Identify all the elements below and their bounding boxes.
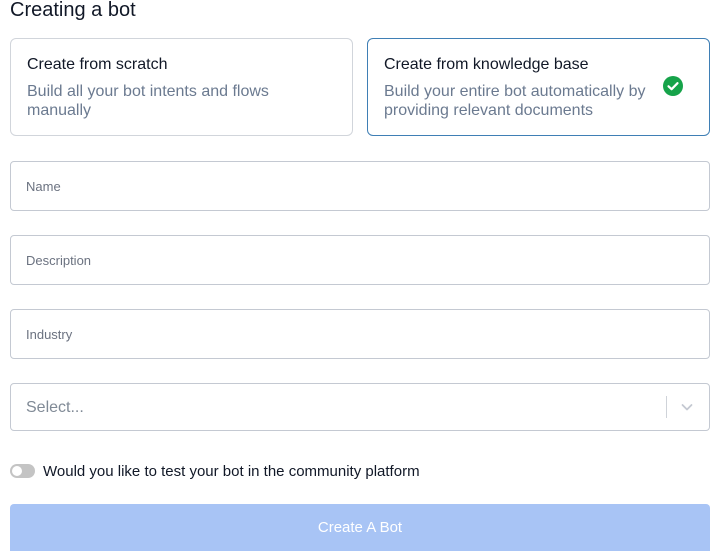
chevron-down-icon[interactable] — [680, 400, 694, 414]
option-description: Build all your bot intents and flows man… — [27, 83, 269, 119]
option-title: Create from knowledge base — [384, 56, 589, 73]
option-create-from-scratch[interactable]: Create from scratch Build all your bot i… — [10, 38, 353, 136]
industry-input[interactable] — [10, 309, 710, 359]
option-title: Create from scratch — [27, 56, 168, 73]
community-test-label: Would you like to test your bot in the c… — [43, 463, 420, 480]
description-input[interactable] — [10, 235, 710, 285]
name-input[interactable] — [10, 161, 710, 211]
page-title: Creating a bot — [10, 0, 136, 21]
create-bot-page: Creating a bot Create from scratch Build… — [0, 0, 723, 551]
select-value: Select... — [26, 399, 84, 416]
community-test-row: Would you like to test your bot in the c… — [10, 461, 710, 481]
create-bot-button[interactable]: Create A Bot — [10, 504, 710, 551]
option-create-from-knowledge-base[interactable]: Create from knowledge base Build your en… — [367, 38, 710, 136]
select-separator — [666, 396, 667, 418]
select-dropdown[interactable]: Select... — [10, 383, 710, 431]
toggle-knob — [12, 466, 22, 476]
check-circle-icon — [663, 76, 683, 96]
option-description: Build your entire bot automatically by p… — [384, 83, 646, 119]
community-test-toggle[interactable] — [10, 464, 35, 478]
